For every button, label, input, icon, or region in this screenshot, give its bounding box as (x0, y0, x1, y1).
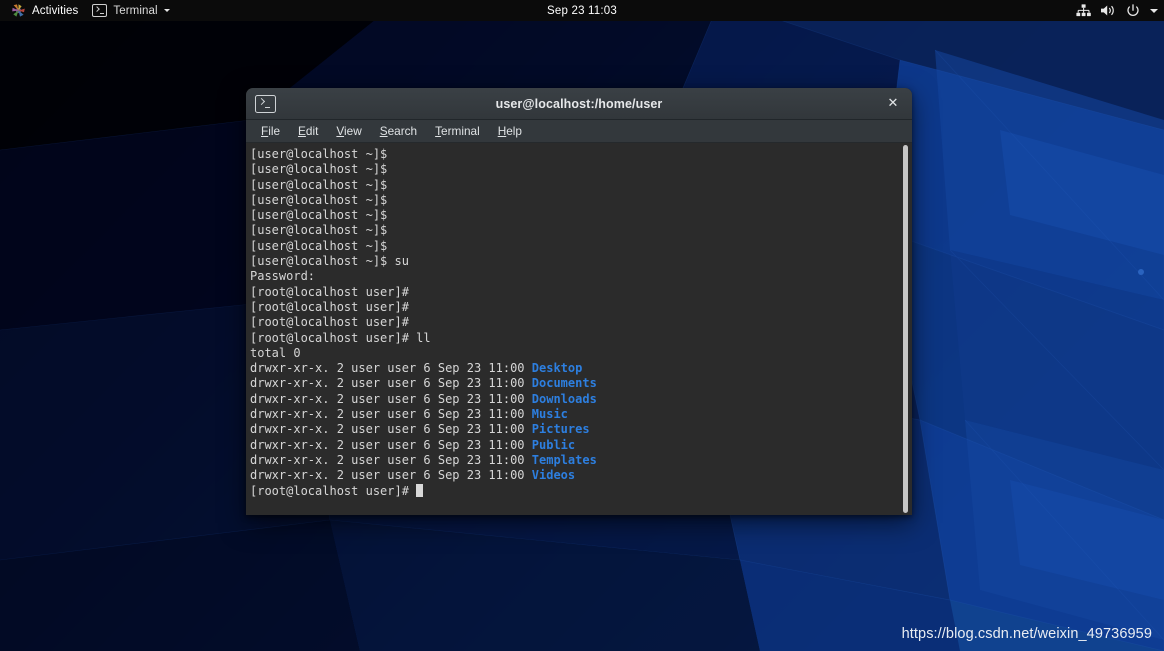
directory-name: Desktop (531, 361, 583, 376)
terminal-prompt-line: [root@localhost user]# (250, 315, 890, 330)
terminal-listing-row: drwxr-xr-x. 2 user user 6 Sep 23 11:00 V… (250, 468, 890, 483)
terminal-prompt-line: [root@localhost user]# (250, 300, 890, 315)
terminal-icon (255, 94, 276, 113)
listing-attributes: drwxr-xr-x. 2 user user 6 Sep 23 11:00 (250, 407, 532, 422)
terminal-output-line: total 0 (250, 346, 890, 361)
listing-attributes: drwxr-xr-x. 2 user user 6 Sep 23 11:00 (250, 376, 532, 391)
output-text: total 0 (250, 345, 301, 360)
listing-attributes: drwxr-xr-x. 2 user user 6 Sep 23 11:00 (250, 452, 532, 467)
shell-prompt: [user@localhost ~]$ (250, 162, 388, 177)
chevron-down-icon (163, 9, 170, 12)
terminal-body[interactable]: [user@localhost ~]$ [user@localhost ~]$ [u… (246, 143, 912, 515)
listing-attributes: drwxr-xr-x. 2 user user 6 Sep 23 11:00 (250, 468, 532, 483)
listing-attributes: drwxr-xr-x. 2 user user 6 Sep 23 11:00 (250, 391, 532, 406)
menu-item-label: dit (305, 124, 319, 138)
window-title: user@localhost:/home/user (495, 96, 663, 111)
activities-button[interactable]: Activities (4, 0, 85, 21)
terminal-listing-row: drwxr-xr-x. 2 user user 6 Sep 23 11:00 M… (250, 407, 890, 422)
shell-prompt: [user@localhost ~]$ (250, 208, 388, 223)
terminal-prompt-line: [root@localhost user]# (250, 285, 890, 300)
menu-mnemonic: S (379, 124, 388, 138)
menu-item-view[interactable]: View (327, 120, 370, 142)
shell-prompt: [user@localhost ~]$ su (250, 254, 409, 269)
terminal-window: user@localhost:/home/user ✕ File Edit View… (246, 88, 912, 515)
app-menu-label: Terminal (113, 4, 158, 17)
terminal-prompt-line: [user@localhost ~]$ (250, 239, 890, 254)
watermark-text: https://blog.csdn.net/weixin_49736959 (901, 626, 1152, 642)
text-cursor (416, 484, 424, 497)
terminal-listing-row: drwxr-xr-x. 2 user user 6 Sep 23 11:00 D… (250, 361, 890, 376)
terminal-output[interactable]: [user@localhost ~]$ [user@localhost ~]$ [u… (250, 147, 890, 499)
terminal-icon (92, 4, 108, 17)
close-icon[interactable]: ✕ (884, 95, 902, 113)
shell-prompt: [root@localhost user]# (250, 315, 409, 330)
window-titlebar[interactable]: user@localhost:/home/user ✕ (246, 88, 912, 120)
volume-icon (1100, 0, 1116, 21)
directory-name: Downloads (531, 391, 597, 406)
top-bar-left-group: Activities Terminal (0, 0, 177, 21)
menu-item-label: ile (268, 124, 281, 138)
directory-name: Pictures (531, 422, 590, 437)
clock-datetime[interactable]: Sep 23 11:03 (547, 5, 617, 17)
terminal-prompt-line: [user@localhost ~]$ su (250, 254, 890, 269)
app-menu-terminal[interactable]: Terminal (85, 0, 176, 21)
terminal-listing-row: drwxr-xr-x. 2 user user 6 Sep 23 11:00 P… (250, 422, 890, 437)
menu-item-label: iew (344, 124, 362, 138)
menu-mnemonic: H (497, 124, 507, 138)
terminal-listing-row: drwxr-xr-x. 2 user user 6 Sep 23 11:00 D… (250, 392, 890, 407)
menu-item-label: erminal (441, 124, 480, 138)
gnome-top-bar: Activities Terminal Sep 23 11:03 (0, 0, 1164, 21)
menu-item-terminal[interactable]: Terminal (426, 120, 489, 142)
shell-prompt: [root@localhost user]# (250, 284, 409, 299)
terminal-active-prompt-line: [root@localhost user]# (250, 484, 890, 499)
shell-prompt: [user@localhost ~]$ (250, 238, 388, 253)
terminal-prompt-line: [user@localhost ~]$ (250, 208, 890, 223)
menu-item-file[interactable]: File (252, 120, 289, 142)
terminal-prompt-line: [user@localhost ~]$ (250, 162, 890, 177)
terminal-output-line: Password: (250, 269, 890, 284)
terminal-listing-row: drwxr-xr-x. 2 user user 6 Sep 23 11:00 D… (250, 376, 890, 391)
directory-name: Videos (531, 468, 576, 483)
terminal-prompt-line: [user@localhost ~]$ (250, 193, 890, 208)
directory-name: Documents (531, 376, 597, 391)
system-menu-chevron-down-icon (1150, 8, 1158, 13)
network-wired-icon (1075, 0, 1091, 21)
shell-prompt: [root@localhost user]# (250, 299, 409, 314)
directory-name: Public (531, 437, 576, 452)
menu-item-help[interactable]: Help (489, 120, 531, 142)
desktop-screen: Activities Terminal Sep 23 11:03 user@lo… (0, 0, 1164, 651)
top-bar-status-group[interactable] (1075, 0, 1158, 21)
listing-attributes: drwxr-xr-x. 2 user user 6 Sep 23 11:00 (250, 437, 532, 452)
shell-prompt: [user@localhost ~]$ (250, 147, 388, 161)
pinwheel-icon (11, 3, 26, 18)
terminal-prompt-line: [user@localhost ~]$ (250, 178, 890, 193)
directory-name: Templates (531, 452, 597, 467)
terminal-prompt-line: [user@localhost ~]$ (250, 147, 890, 162)
scrollbar-thumb[interactable] (903, 145, 908, 513)
shell-prompt: [user@localhost ~]$ (250, 223, 388, 238)
menu-item-edit[interactable]: Edit (289, 120, 327, 142)
terminal-prompt-line: [user@localhost ~]$ (250, 223, 890, 238)
terminal-listing-row: drwxr-xr-x. 2 user user 6 Sep 23 11:00 T… (250, 453, 890, 468)
directory-name: Music (531, 407, 568, 422)
menu-item-label: elp (506, 124, 522, 138)
menu-item-search[interactable]: Search (371, 120, 426, 142)
menu-item-label: earch (387, 124, 418, 138)
shell-prompt: [root@localhost user]# (250, 483, 417, 498)
terminal-scrollbar[interactable] (899, 143, 912, 515)
listing-attributes: drwxr-xr-x. 2 user user 6 Sep 23 11:00 (250, 361, 532, 376)
activities-label: Activities (32, 4, 79, 17)
shell-prompt: [user@localhost ~]$ (250, 177, 388, 192)
menu-bar: File Edit View Search Terminal Help (246, 120, 912, 143)
menu-mnemonic: V (336, 124, 345, 138)
terminal-prompt-line: [root@localhost user]# ll (250, 331, 890, 346)
power-icon (1125, 0, 1141, 21)
output-text: Password: (250, 269, 316, 284)
shell-prompt: [root@localhost user]# ll (250, 330, 431, 345)
shell-prompt: [user@localhost ~]$ (250, 192, 388, 207)
terminal-listing-row: drwxr-xr-x. 2 user user 6 Sep 23 11:00 P… (250, 438, 890, 453)
menu-mnemonic: E (298, 124, 306, 138)
listing-attributes: drwxr-xr-x. 2 user user 6 Sep 23 11:00 (250, 422, 532, 437)
